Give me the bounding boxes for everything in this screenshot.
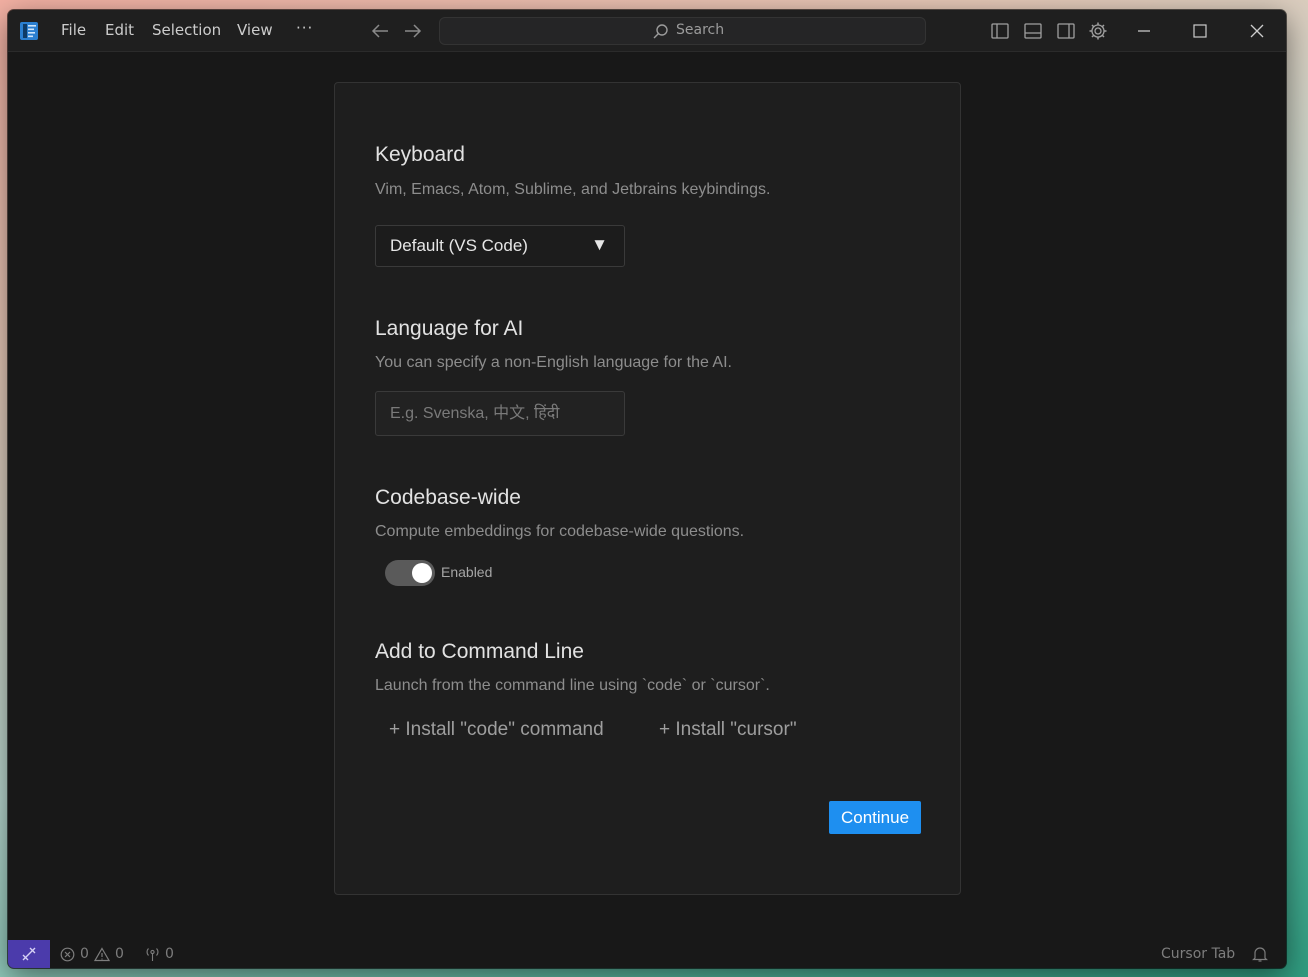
title-bar: File Edit Selection View ··· Search (8, 10, 1286, 52)
keyboard-title: Keyboard (375, 143, 465, 166)
continue-button[interactable]: Continue (829, 801, 921, 834)
install-code-command-button[interactable]: + Install "code" command (389, 719, 604, 741)
app-window: File Edit Selection View ··· Search Keyb… (8, 10, 1286, 968)
language-description: You can specify a non-English language f… (375, 354, 732, 371)
menu-file[interactable]: File (61, 21, 86, 39)
toggle-knob (412, 563, 432, 583)
error-icon[interactable] (60, 947, 75, 962)
status-bar: 0 0 0 Cursor Tab (8, 940, 1286, 968)
toggle-sidebar-icon[interactable] (990, 21, 1010, 41)
language-input[interactable] (375, 391, 625, 436)
arrow-right-icon[interactable] (403, 22, 423, 40)
minimize-icon[interactable] (1133, 20, 1155, 42)
install-cursor-command-button[interactable]: + Install "cursor" (659, 719, 797, 741)
codebase-title: Codebase-wide (375, 486, 521, 509)
search-box[interactable]: Search (439, 17, 926, 45)
remote-indicator[interactable] (8, 940, 50, 968)
menu-edit[interactable]: Edit (105, 21, 134, 39)
toggle-secondary-sidebar-icon[interactable] (1056, 21, 1076, 41)
menu-view[interactable]: View (237, 21, 273, 39)
app-logo-icon[interactable] (19, 21, 39, 41)
bell-icon[interactable] (1252, 946, 1268, 963)
editor-area: Keyboard Vim, Emacs, Atom, Sublime, and … (8, 52, 1286, 940)
cursor-tab-status[interactable]: Cursor Tab (1161, 946, 1235, 962)
remote-icon (22, 947, 36, 961)
menu-selection[interactable]: Selection (152, 21, 221, 39)
gear-icon[interactable] (1088, 21, 1108, 41)
command-line-description: Launch from the command line using `code… (375, 677, 770, 694)
error-count: 0 (80, 946, 89, 962)
keyboard-description: Vim, Emacs, Atom, Sublime, and Jetbrains… (375, 181, 771, 198)
search-icon (653, 24, 668, 39)
keybinding-select[interactable]: Default (VS Code) ▼ (375, 225, 625, 267)
menu-more[interactable]: ··· (296, 19, 313, 37)
ports-count: 0 (165, 946, 174, 962)
codebase-description: Compute embeddings for codebase-wide que… (375, 523, 745, 540)
codebase-toggle-label: Enabled (441, 564, 493, 580)
warning-count: 0 (115, 946, 124, 962)
toggle-panel-icon[interactable] (1023, 21, 1043, 41)
search-label: Search (676, 22, 725, 38)
onboarding-panel: Keyboard Vim, Emacs, Atom, Sublime, and … (334, 82, 961, 895)
language-title: Language for AI (375, 317, 524, 340)
warning-icon[interactable] (94, 947, 110, 962)
keybinding-selected-value: Default (VS Code) (390, 236, 528, 255)
command-line-title: Add to Command Line (375, 640, 584, 663)
codebase-toggle[interactable] (385, 560, 435, 586)
arrow-left-icon[interactable] (370, 22, 390, 40)
close-icon[interactable] (1246, 20, 1268, 42)
maximize-icon[interactable] (1189, 20, 1211, 42)
dropdown-arrow-icon: ▼ (591, 235, 608, 254)
ports-icon[interactable] (144, 947, 161, 962)
